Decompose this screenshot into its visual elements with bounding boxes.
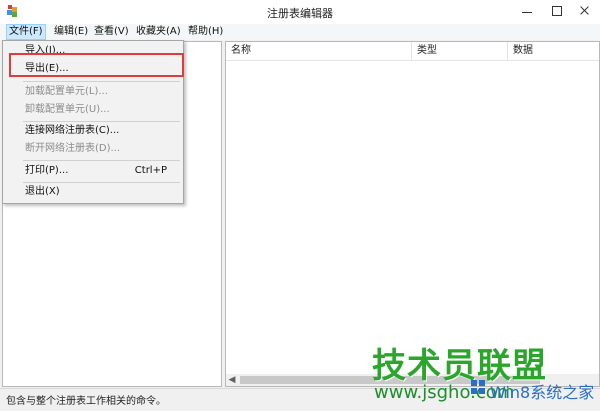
- column-header-type[interactable]: 类型: [412, 42, 508, 60]
- watermark-subtitle: Win8系统之家: [490, 383, 595, 402]
- menu-item-print-label: 打印(P)...: [25, 165, 69, 176]
- menu-item-exit[interactable]: 退出(X): [25, 184, 175, 200]
- watermark: 技术员联盟 www.jsgho.com Win8系统之家: [372, 338, 598, 408]
- minimize-button[interactable]: [512, 0, 542, 22]
- menu-item-unload-hive[interactable]: 卸载配置单元(U)...: [25, 102, 175, 118]
- menu-separator: [23, 81, 180, 82]
- menu-separator: [23, 182, 180, 183]
- title-bar: 注册表编辑器: [0, 0, 600, 24]
- export-highlight-box: [9, 53, 184, 77]
- menu-separator: [23, 121, 180, 122]
- scroll-left-icon[interactable]: ◀: [226, 374, 238, 386]
- menu-view[interactable]: 查看(V): [92, 25, 131, 39]
- menu-help[interactable]: 帮助(H): [186, 25, 225, 39]
- menu-item-disconnect-label: 断开网络注册表(D)...: [25, 143, 121, 154]
- menu-item-load-hive[interactable]: 加载配置单元(L)...: [25, 84, 175, 100]
- status-text: 包含与整个注册表工作相关的命令。: [6, 396, 166, 407]
- maximize-button[interactable]: [542, 0, 572, 22]
- values-list-pane[interactable]: 名称 类型 数据 ◀: [225, 41, 600, 387]
- menu-item-unload-hive-label: 卸载配置单元(U)...: [25, 104, 110, 115]
- window-title: 注册表编辑器: [267, 7, 333, 20]
- menu-file[interactable]: 文件(F): [6, 24, 46, 40]
- menu-item-exit-label: 退出(X): [25, 186, 60, 197]
- menu-bar: 文件(F) 编辑(E) 查看(V) 收藏夹(A) 帮助(H): [0, 24, 600, 40]
- menu-favorites[interactable]: 收藏夹(A): [134, 25, 183, 39]
- menu-item-disconnect-network-registry[interactable]: 断开网络注册表(D)...: [25, 141, 175, 157]
- registry-editor-window: 注册表编辑器 文件(F) 编辑(E) 查看(V) 收藏夹(A) 帮助(H) 名称…: [0, 0, 600, 411]
- column-header-data[interactable]: 数据: [508, 42, 599, 60]
- menu-item-print[interactable]: 打印(P)... Ctrl+P: [25, 163, 175, 179]
- menu-separator: [23, 160, 180, 161]
- column-header-name[interactable]: 名称: [226, 42, 412, 60]
- close-button[interactable]: [570, 0, 598, 22]
- menu-item-connect-label: 连接网络注册表(C)...: [25, 125, 120, 136]
- windows-logo-icon: [471, 380, 485, 394]
- menu-item-load-hive-label: 加载配置单元(L)...: [25, 86, 108, 97]
- menu-item-print-shortcut: Ctrl+P: [134, 165, 167, 176]
- menu-edit[interactable]: 编辑(E): [52, 25, 90, 39]
- list-header: 名称 类型 数据: [226, 42, 599, 61]
- menu-item-connect-network-registry[interactable]: 连接网络注册表(C)...: [25, 123, 175, 139]
